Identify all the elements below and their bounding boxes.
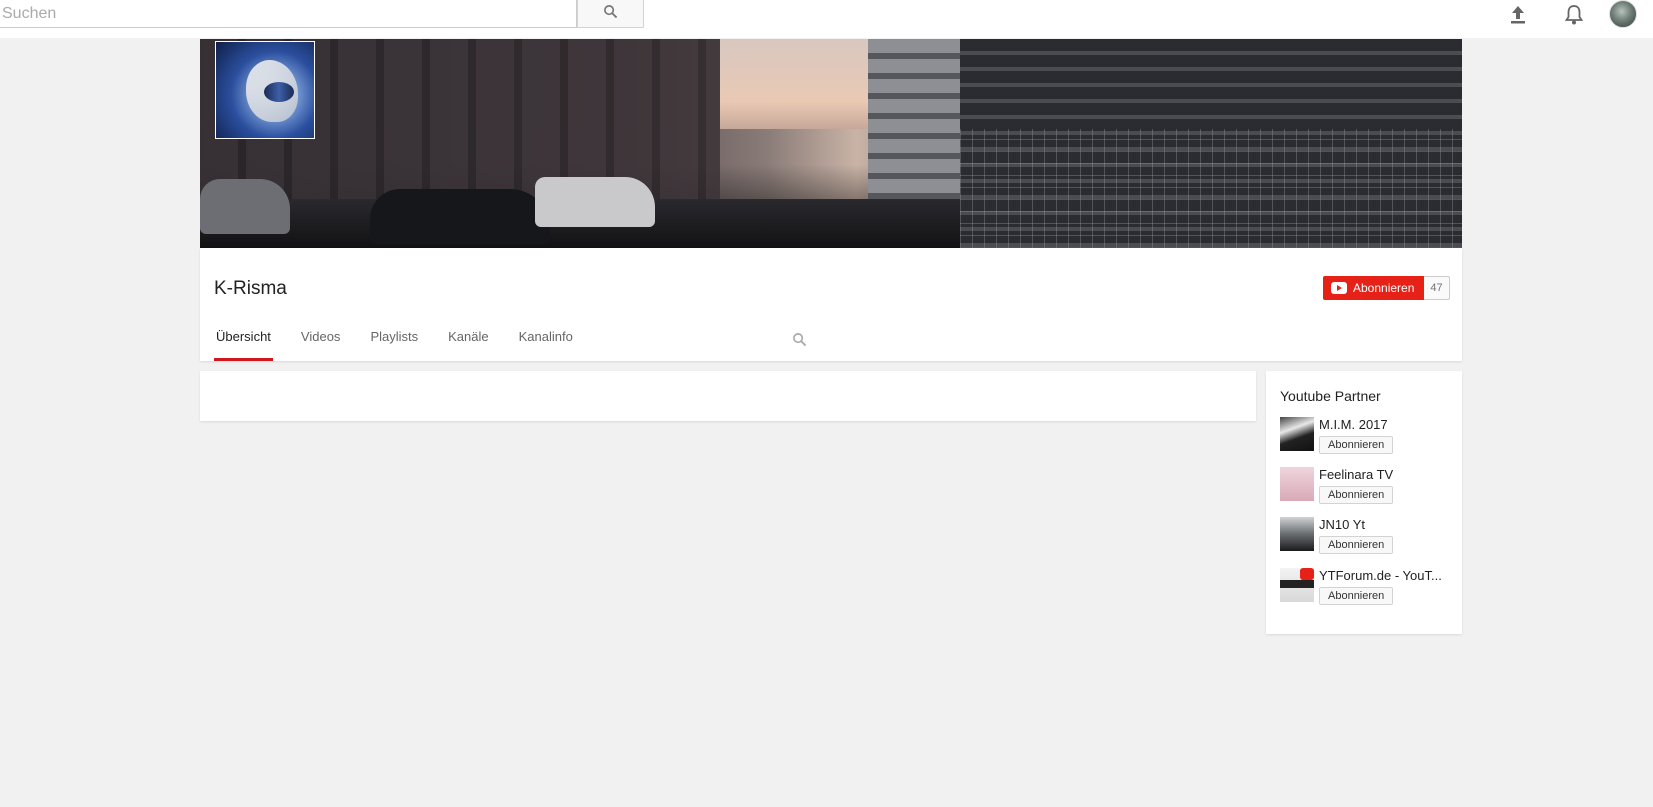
partner-thumbnail[interactable] — [1280, 417, 1314, 451]
main-content-card — [200, 371, 1256, 421]
channel-tabs: Übersicht Videos Playlists Kanäle Kanali… — [214, 326, 601, 361]
partner-item: Feelinara TV Abonnieren — [1280, 467, 1460, 511]
partner-name[interactable]: JN10 Yt — [1319, 517, 1443, 532]
banner-building-mid — [868, 39, 960, 209]
subscribe-label-area[interactable]: Abonnieren — [1323, 276, 1425, 300]
subscriber-count: 47 — [1424, 276, 1450, 300]
avatar-butterfly-image — [264, 82, 294, 102]
masthead — [0, 0, 1653, 38]
banner-car — [200, 179, 290, 234]
partner-subscribe-button[interactable]: Abonnieren — [1319, 436, 1394, 454]
subscribe-button[interactable]: Abonnieren 47 — [1323, 276, 1450, 300]
channel-avatar[interactable] — [215, 41, 315, 139]
subscribe-label: Abonnieren — [1353, 281, 1415, 295]
tab-playlists[interactable]: Playlists — [368, 326, 420, 361]
partner-item: YTForum.de - YouT... Abonnieren — [1280, 568, 1460, 612]
channel-banner — [200, 39, 1462, 248]
partner-item: M.I.M. 2017 Abonnieren — [1280, 417, 1460, 461]
account-avatar[interactable] — [1609, 0, 1637, 28]
sidebar-title: Youtube Partner — [1280, 388, 1381, 404]
youtube-logo-icon — [1300, 568, 1314, 580]
partner-name[interactable]: Feelinara TV — [1319, 467, 1443, 482]
partner-name[interactable]: YTForum.de - YouT... — [1319, 568, 1443, 583]
partner-subscribe-button[interactable]: Abonnieren — [1319, 536, 1394, 554]
partner-thumbnail[interactable] — [1280, 467, 1314, 501]
partner-thumbnail[interactable] — [1280, 568, 1314, 602]
partner-subscribe-button[interactable]: Abonnieren — [1319, 587, 1394, 605]
banner-fence — [960, 129, 1462, 248]
youtube-play-icon — [1331, 282, 1347, 294]
channel-search-icon[interactable] — [792, 332, 807, 352]
upload-icon[interactable] — [1506, 3, 1530, 27]
channel-header: K-Risma Abonnieren 47 Übersicht Videos P… — [200, 248, 1462, 361]
tab-overview[interactable]: Übersicht — [214, 326, 273, 361]
search-button[interactable] — [577, 0, 644, 28]
tab-channels[interactable]: Kanäle — [446, 326, 490, 361]
thumbnail-banner — [1280, 580, 1314, 588]
tab-about[interactable]: Kanalinfo — [517, 326, 575, 361]
search-input[interactable] — [0, 0, 577, 28]
banner-car — [535, 177, 655, 227]
partner-name[interactable]: M.I.M. 2017 — [1319, 417, 1443, 432]
banner-car — [370, 189, 550, 244]
partner-subscribe-button[interactable]: Abonnieren — [1319, 486, 1394, 504]
tab-videos[interactable]: Videos — [299, 326, 343, 361]
partner-thumbnail[interactable] — [1280, 517, 1314, 551]
partner-sidebar: Youtube Partner M.I.M. 2017 Abonnieren F… — [1266, 371, 1462, 634]
search-icon — [603, 4, 618, 24]
bell-icon[interactable] — [1562, 3, 1586, 27]
partner-item: JN10 Yt Abonnieren — [1280, 517, 1460, 561]
channel-title[interactable]: K-Risma — [214, 278, 287, 300]
